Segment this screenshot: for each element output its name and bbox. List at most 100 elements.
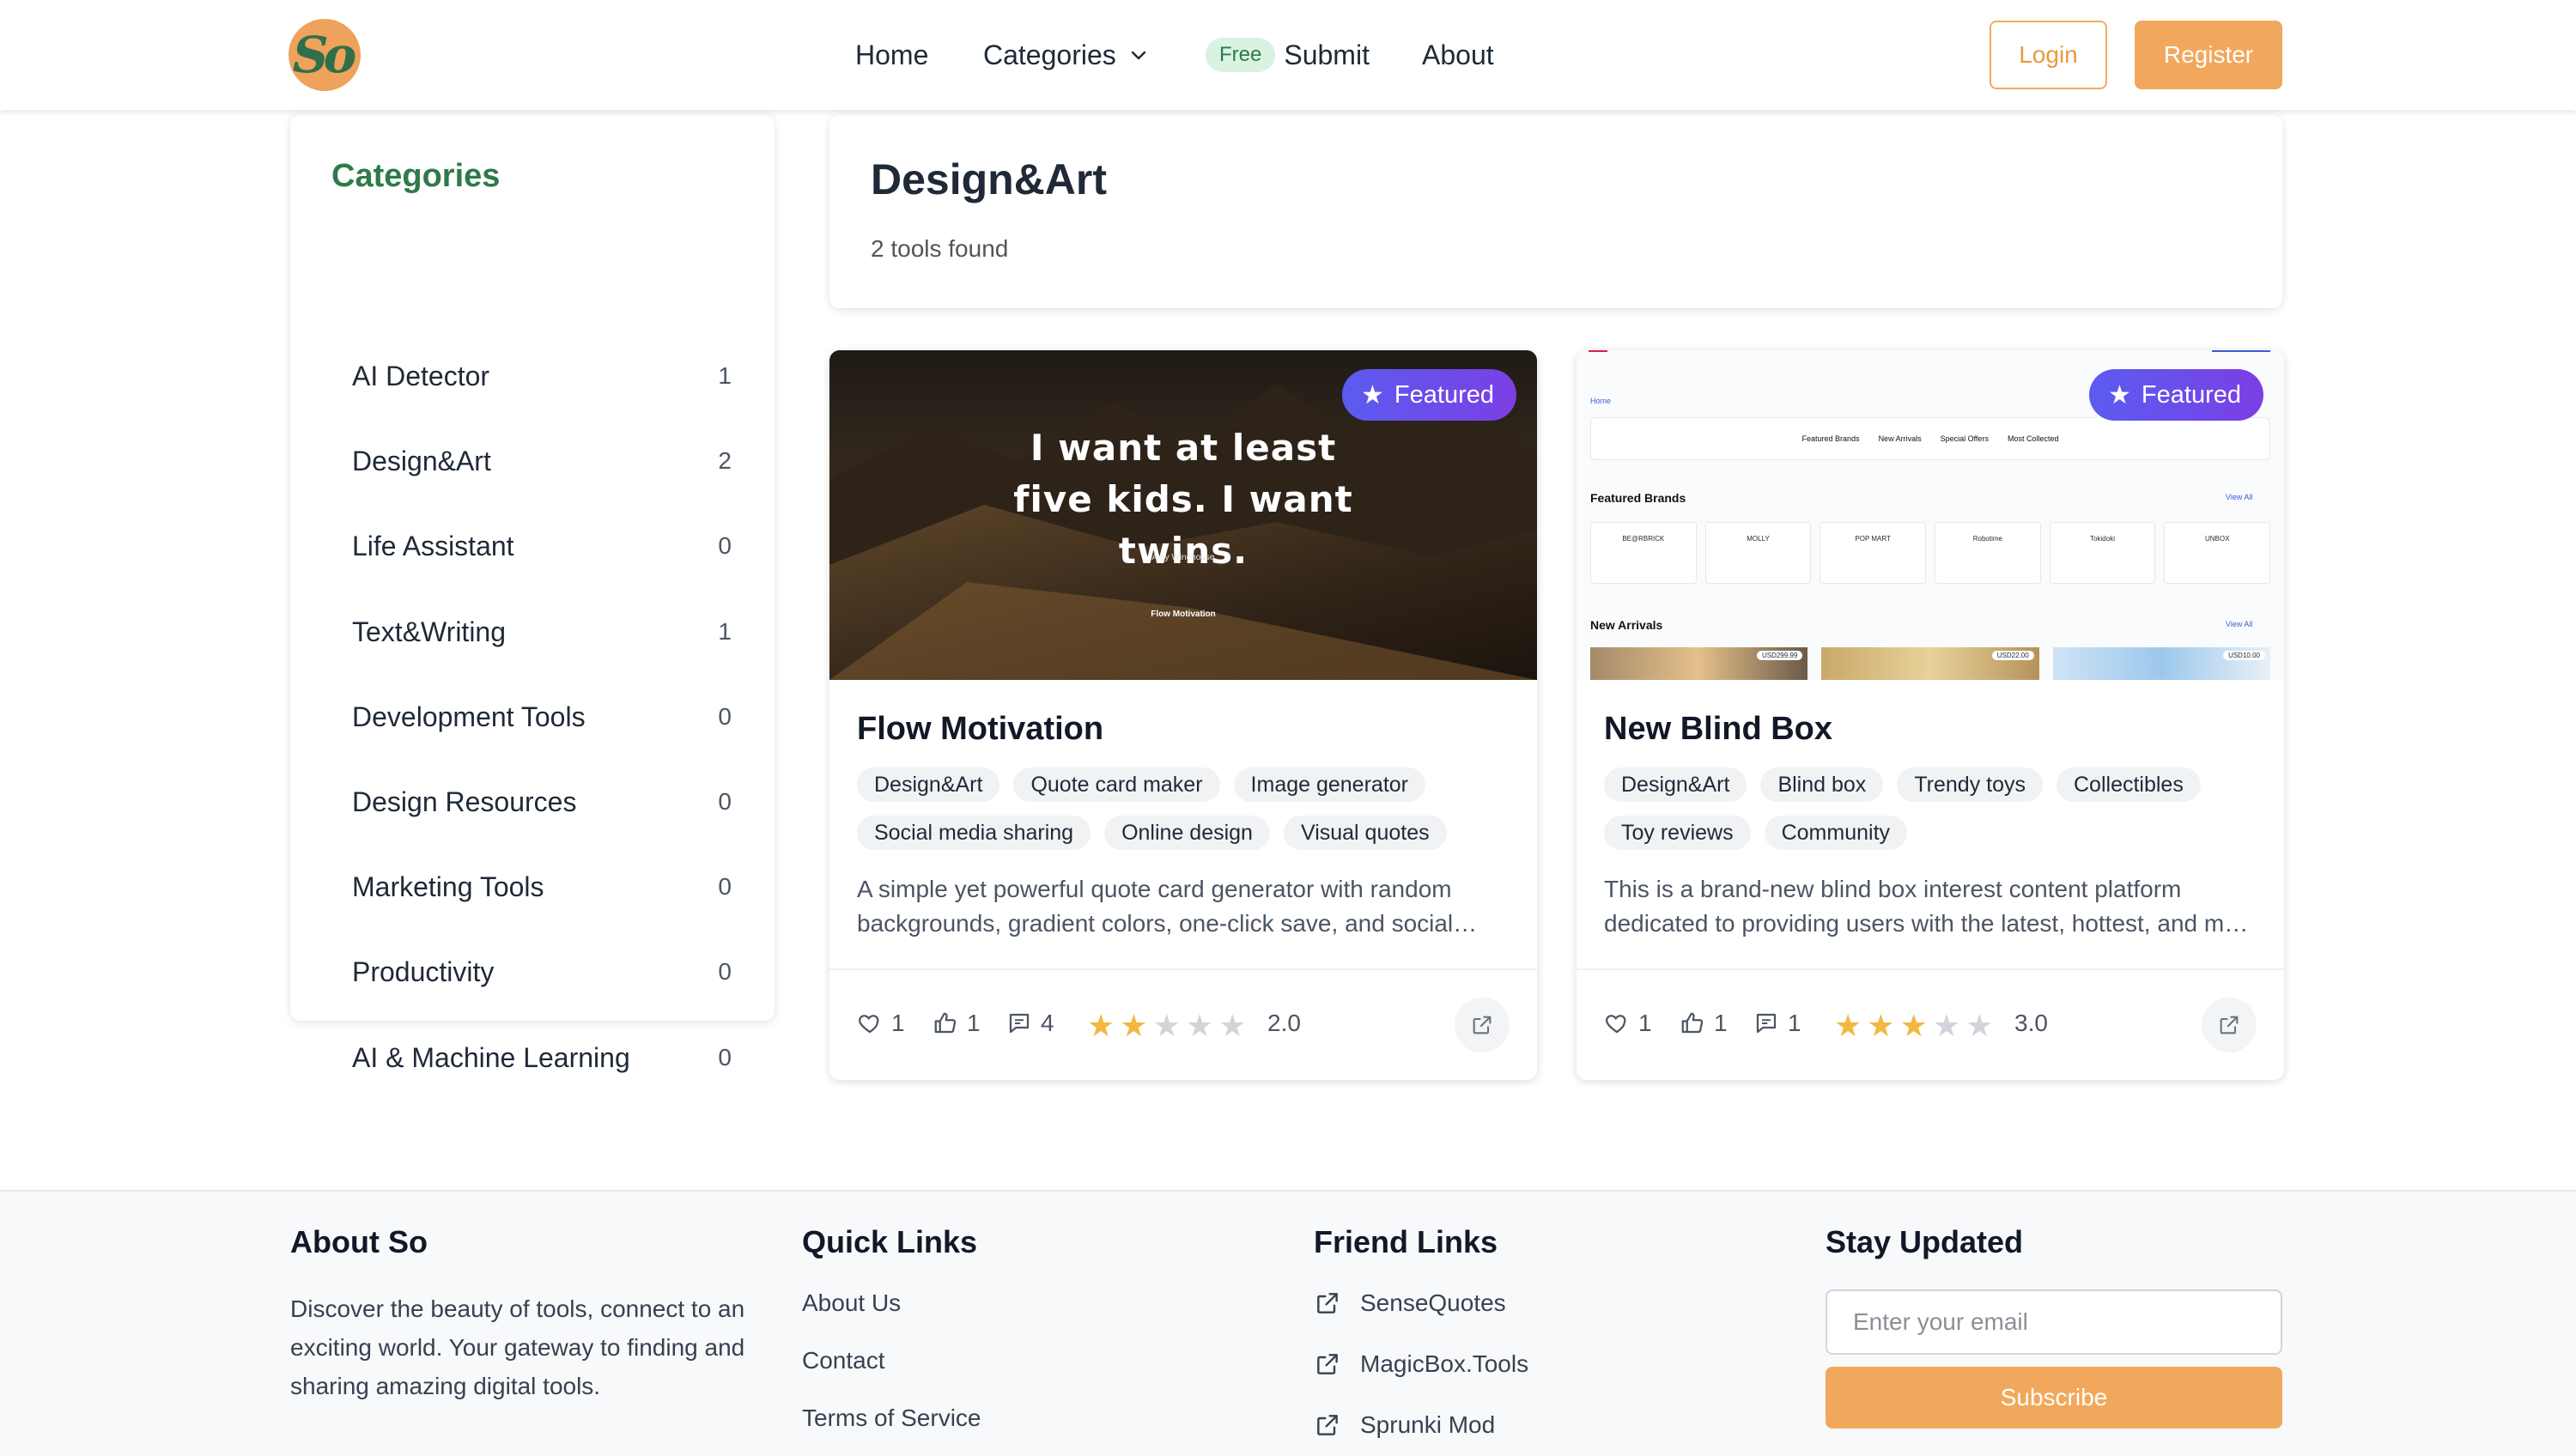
tag[interactable]: Quote card maker xyxy=(1013,767,1220,802)
comments-button[interactable]: 1 xyxy=(1753,1010,1801,1037)
category-label: Design&Art xyxy=(352,445,491,476)
nav-categories[interactable]: Categories xyxy=(983,0,1149,110)
tag[interactable]: Trendy toys xyxy=(1897,767,2043,802)
star-icon: ★ xyxy=(1218,1008,1247,1043)
thumb-product-image: USD22.00 xyxy=(1821,647,2039,680)
thumb-tab: Most Collected xyxy=(2007,434,2059,443)
sidebar-item-ai-machine-learning[interactable]: AI & Machine Learning 0 xyxy=(352,1032,732,1083)
tag[interactable]: Social media sharing xyxy=(857,816,1091,850)
thumb-brand: UNBOX xyxy=(2164,522,2271,584)
thumbs-up-count: 1 xyxy=(967,1010,981,1036)
category-label: Productivity xyxy=(352,956,495,987)
tag[interactable]: Design&Art xyxy=(857,767,1000,802)
like-count: 1 xyxy=(1638,1010,1652,1036)
sidebar-item-life-assistant[interactable]: Life Assistant 0 xyxy=(352,520,732,572)
thumbs-up-button[interactable]: 1 xyxy=(933,1010,981,1037)
nav-about-label: About xyxy=(1422,39,1494,70)
category-count: 1 xyxy=(718,362,732,389)
tool-card-flow-motivation[interactable]: I want at least five kids. I want twins.… xyxy=(829,350,1537,1080)
tag[interactable]: Collectibles xyxy=(2057,767,2201,802)
decorative-bar xyxy=(1589,350,1607,352)
tag[interactable]: Blind box xyxy=(1760,767,1884,802)
featured-badge: ★ Featured xyxy=(2089,369,2263,421)
external-link-icon xyxy=(1473,1016,1492,1034)
sidebar-item-marketing-tools[interactable]: Marketing Tools 0 xyxy=(352,861,732,913)
friend-link-label: SenseQuotes xyxy=(1360,1289,1506,1316)
tag[interactable]: Community xyxy=(1764,816,1908,850)
tag[interactable]: Image generator xyxy=(1233,767,1425,802)
thumbs-up-count: 1 xyxy=(1714,1010,1728,1036)
category-label: AI & Machine Learning xyxy=(352,1041,630,1073)
nav-submit-label: Submit xyxy=(1284,39,1370,70)
tag[interactable]: Online design xyxy=(1104,816,1270,850)
thumbs-up-icon xyxy=(934,1012,957,1034)
footer-link-about-us[interactable]: About Us xyxy=(802,1289,981,1347)
tool-name[interactable]: Flow Motivation xyxy=(857,711,1103,748)
star-icon: ★ xyxy=(1867,1008,1895,1043)
tag[interactable]: Design&Art xyxy=(1604,767,1747,802)
comments-button[interactable]: 4 xyxy=(1006,1010,1054,1037)
quote-author: Amy Winehouse xyxy=(1151,553,1215,562)
open-external-button[interactable] xyxy=(2202,998,2257,1053)
star-icon: ★ xyxy=(1899,1008,1928,1043)
sidebar-item-ai-detector[interactable]: AI Detector 1 xyxy=(352,350,732,402)
friend-link-sensequotes[interactable]: SenseQuotes xyxy=(1314,1289,1528,1350)
friend-link-sprunki[interactable]: Sprunki Mod xyxy=(1314,1411,1528,1456)
sidebar-item-text-writing[interactable]: Text&Writing 1 xyxy=(352,606,732,658)
heart-icon xyxy=(859,1015,879,1034)
footer-friend-title: Friend Links xyxy=(1314,1224,1498,1259)
sidebar-item-development-tools[interactable]: Development Tools 0 xyxy=(352,691,732,743)
footer-link-terms[interactable]: Terms of Service xyxy=(802,1404,981,1456)
thumb-tabs: Featured Brands New Arrivals Special Off… xyxy=(1590,417,2270,460)
open-external-button[interactable] xyxy=(1455,998,1510,1053)
tool-thumbnail[interactable]: Home Featured Brands New Arrivals Specia… xyxy=(1577,350,2284,680)
card-footer: 1 1 1 ★ ★ ★ ★ ★ 3.0 xyxy=(1577,968,2284,1080)
thumb-brand: Tokidoki xyxy=(2049,522,2156,584)
footer-about-title: About So xyxy=(290,1224,428,1259)
tag[interactable]: Toy reviews xyxy=(1604,816,1751,850)
friend-link-label: Sprunki Mod xyxy=(1360,1411,1496,1438)
thumb-view-all: View All xyxy=(2226,620,2253,628)
category-count: 1 xyxy=(718,618,732,645)
login-button[interactable]: Login xyxy=(1990,21,2107,89)
nav-submit[interactable]: Free Submit xyxy=(1206,0,1370,110)
thumb-brand: MOLLY xyxy=(1704,522,1812,584)
thumbs-up-button[interactable]: 1 xyxy=(1680,1010,1728,1037)
thumbs-up-icon xyxy=(1681,1012,1704,1034)
sidebar-item-design-resources[interactable]: Design Resources 0 xyxy=(352,776,732,828)
category-label: Text&Writing xyxy=(352,616,507,647)
thumb-price: USD299.99 xyxy=(1756,651,1803,660)
star-icon: ★ xyxy=(1834,1008,1862,1043)
nav-home[interactable]: Home xyxy=(855,0,928,110)
category-count: 0 xyxy=(718,532,732,559)
thumb-tab: Featured Brands xyxy=(1801,434,1860,443)
tool-name[interactable]: New Blind Box xyxy=(1604,711,1832,748)
star-icon: ★ xyxy=(1087,1008,1115,1043)
like-button[interactable]: 1 xyxy=(1604,1010,1652,1037)
footer-quick-title: Quick Links xyxy=(802,1224,978,1259)
friend-link-magicbox[interactable]: MagicBox.Tools xyxy=(1314,1350,1528,1411)
category-label: Development Tools xyxy=(352,701,586,732)
category-count: 0 xyxy=(718,703,732,730)
tag[interactable]: Visual quotes xyxy=(1283,816,1447,850)
sidebar-item-productivity[interactable]: Productivity 0 xyxy=(352,946,732,998)
star-rating: ★ ★ ★ ★ ★ xyxy=(1834,1008,1993,1044)
categories-sidebar: Categories AI Detector 1 Design&Art 2 Life… xyxy=(290,115,775,1073)
register-button[interactable]: Register xyxy=(2135,21,2282,89)
like-button[interactable]: 1 xyxy=(857,1010,905,1037)
tool-thumbnail[interactable]: I want at least five kids. I want twins.… xyxy=(829,350,1537,680)
nav-categories-label: Categories xyxy=(983,39,1116,70)
subscribe-button[interactable]: Subscribe xyxy=(1826,1367,2282,1429)
sidebar-item-design-art[interactable]: Design&Art 2 xyxy=(352,435,732,487)
thumb-price: USD10.00 xyxy=(2223,651,2265,660)
email-input[interactable] xyxy=(1826,1289,2282,1355)
thumb-view-all: View All xyxy=(2226,493,2253,501)
thumb-brand-row: BE@RBRICK MOLLY POP MART Robotime Tokido… xyxy=(1590,522,2271,584)
nav-about[interactable]: About xyxy=(1422,0,1494,110)
site-logo[interactable]: So xyxy=(289,19,361,91)
footer-link-contact[interactable]: Contact xyxy=(802,1347,981,1404)
tool-card-new-blind-box[interactable]: Home Featured Brands New Arrivals Specia… xyxy=(1577,350,2284,1080)
star-icon: ★ xyxy=(1185,1008,1214,1043)
thumb-new-arrivals: New Arrivals xyxy=(1590,618,1663,632)
comment-icon xyxy=(1756,1013,1777,1034)
